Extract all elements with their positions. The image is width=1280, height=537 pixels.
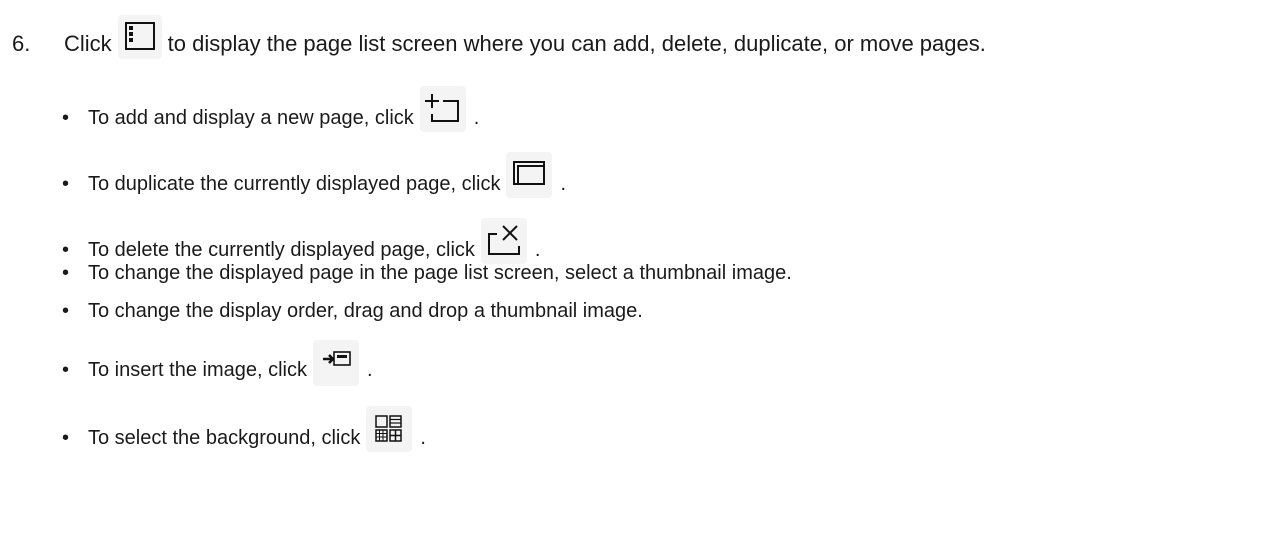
bullet-insert-image: • To insert the image, click . <box>62 340 373 386</box>
bullet-end: . <box>366 359 373 381</box>
bullet-text: To change the display order, drag and dr… <box>88 300 643 322</box>
instruction-page: 6. Click to display the page list screen… <box>0 0 1280 537</box>
step-text-before: Click <box>64 31 112 56</box>
bullet-text: To select the background, click <box>88 427 361 449</box>
duplicate-page-icon <box>506 152 553 198</box>
bullet-glyph: • <box>62 359 70 381</box>
bullet-delete-page: • To delete the currently displayed page… <box>62 218 541 264</box>
bullet-glyph: • <box>62 427 70 449</box>
bullet-glyph: • <box>62 300 70 322</box>
bullet-glyph: • <box>62 107 70 129</box>
bullet-change-displayed-page: • To change the displayed page in the pa… <box>62 262 792 285</box>
bullet-change-order: • To change the display order, drag and … <box>62 300 643 323</box>
step-number: 6. <box>12 31 31 56</box>
step-text-after: to display the page list screen where yo… <box>167 31 986 56</box>
bullet-text: To duplicate the currently displayed pag… <box>88 173 501 195</box>
bullet-select-background: • To select the background, click . <box>62 406 426 452</box>
bullet-text: To add and display a new page, click <box>88 107 414 129</box>
bullet-text: To delete the currently displayed page, … <box>88 239 475 261</box>
add-page-icon <box>419 86 466 132</box>
bullet-add-page: • To add and display a new page, click . <box>62 86 480 132</box>
bullet-text: To change the displayed page in the page… <box>88 262 792 284</box>
delete-page-icon <box>480 218 527 264</box>
bullet-end: . <box>473 107 480 129</box>
step-6: 6. Click to display the page list screen… <box>12 15 986 64</box>
background-select-icon <box>366 406 413 452</box>
bullet-glyph: • <box>62 262 70 284</box>
insert-image-icon <box>312 340 359 386</box>
page-list-icon <box>117 15 162 59</box>
bullet-end: . <box>560 173 567 195</box>
bullet-glyph: • <box>62 239 70 261</box>
bullet-end: . <box>420 427 426 449</box>
bullet-duplicate-page: • To duplicate the currently displayed p… <box>62 152 567 198</box>
bullet-end: . <box>534 239 541 261</box>
bullet-glyph: • <box>62 173 70 195</box>
bullet-text: To insert the image, click <box>88 359 307 381</box>
